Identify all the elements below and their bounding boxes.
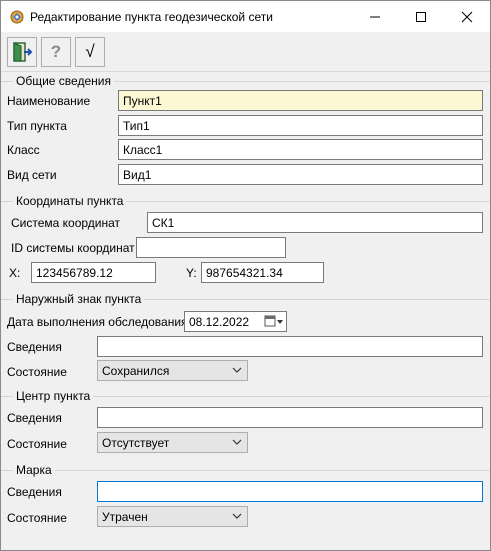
center-group: Центр пункта Сведения Состояние Отсутств…: [1, 389, 490, 460]
mark-info-field[interactable]: [97, 481, 483, 502]
coordinate-system-field[interactable]: СК1: [147, 212, 483, 233]
coordinates-group-title: Координаты пункта: [13, 194, 127, 208]
coordinate-system-id-label: ID системы координат: [11, 241, 135, 255]
name-label: Наименование: [7, 94, 91, 108]
center-state-value: Отсутствует: [102, 436, 170, 450]
coordinate-system-id-field[interactable]: [136, 237, 286, 258]
app-icon: [10, 10, 24, 24]
calendar-icon[interactable]: [264, 314, 284, 331]
survey-date-picker[interactable]: 08.12.2022: [184, 311, 287, 332]
mark-state-value: Утрачен: [102, 510, 148, 524]
coordinates-group: Координаты пункта Система координат СК1 …: [1, 194, 490, 289]
network-field[interactable]: Вид1: [118, 164, 483, 185]
network-label: Вид сети: [7, 168, 57, 182]
mark-group-title: Марка: [13, 463, 55, 477]
coordinate-system-label: Система координат: [11, 216, 121, 230]
outer-sign-info-field[interactable]: [97, 336, 483, 357]
mark-state-select[interactable]: Утрачен: [97, 506, 248, 527]
exit-button[interactable]: [7, 37, 37, 67]
toolbar: ? √: [1, 32, 490, 72]
chevron-down-icon: [232, 513, 242, 519]
window-title: Редактирование пункта геодезической сети: [30, 10, 273, 24]
center-info-field[interactable]: [97, 407, 483, 428]
maximize-button[interactable]: [398, 1, 444, 32]
name-field[interactable]: Пункт1: [118, 90, 483, 111]
survey-date-value: 08.12.2022: [189, 315, 250, 329]
outer-sign-info-label: Сведения: [7, 340, 62, 354]
outer-sign-state-label: Состояние: [7, 365, 67, 379]
center-state-select[interactable]: Отсутствует: [97, 432, 248, 453]
ok-button[interactable]: √: [75, 37, 105, 67]
help-button[interactable]: ?: [41, 37, 71, 67]
y-label: Y:: [186, 266, 197, 280]
close-button[interactable]: [444, 1, 490, 32]
y-field[interactable]: 987654321.34: [201, 262, 324, 283]
mark-state-label: Состояние: [7, 511, 67, 525]
title-bar: Редактирование пункта геодезической сети: [1, 1, 490, 32]
general-group-title: Общие сведения: [13, 74, 114, 88]
maximize-icon: [416, 12, 426, 22]
exit-door-icon: [13, 42, 33, 62]
general-group: Общие сведения Наименование Пункт1 Тип п…: [1, 74, 490, 188]
class-label: Класс: [7, 143, 40, 157]
x-field[interactable]: 123456789.12: [31, 262, 156, 283]
center-state-label: Состояние: [7, 437, 67, 451]
mark-info-label: Сведения: [7, 485, 62, 499]
type-label: Тип пункта: [7, 119, 67, 133]
class-field[interactable]: Класс1: [118, 139, 483, 160]
center-group-title: Центр пункта: [13, 389, 94, 403]
minimize-button[interactable]: [352, 1, 398, 32]
close-icon: [461, 11, 473, 23]
type-field[interactable]: Тип1: [118, 115, 483, 136]
mark-group: Марка Сведения Состояние Утрачен: [1, 463, 490, 536]
dialog-window: Редактирование пункта геодезической сети: [0, 0, 491, 551]
outer-sign-group-title: Наружный знак пункта: [13, 292, 145, 306]
checkmark-icon: √: [85, 42, 95, 61]
survey-date-label: Дата выполнения обследования: [7, 315, 188, 329]
chevron-down-icon: [232, 439, 242, 445]
outer-sign-state-value: Сохранился: [102, 364, 170, 378]
center-info-label: Сведения: [7, 411, 62, 425]
help-icon: ?: [50, 42, 62, 61]
outer-sign-group: Наружный знак пункта Дата выполнения обс…: [1, 292, 490, 387]
chevron-down-icon: [232, 367, 242, 373]
x-label: X:: [9, 266, 21, 280]
outer-sign-state-select[interactable]: Сохранился: [97, 360, 248, 381]
minimize-icon: [370, 16, 380, 18]
